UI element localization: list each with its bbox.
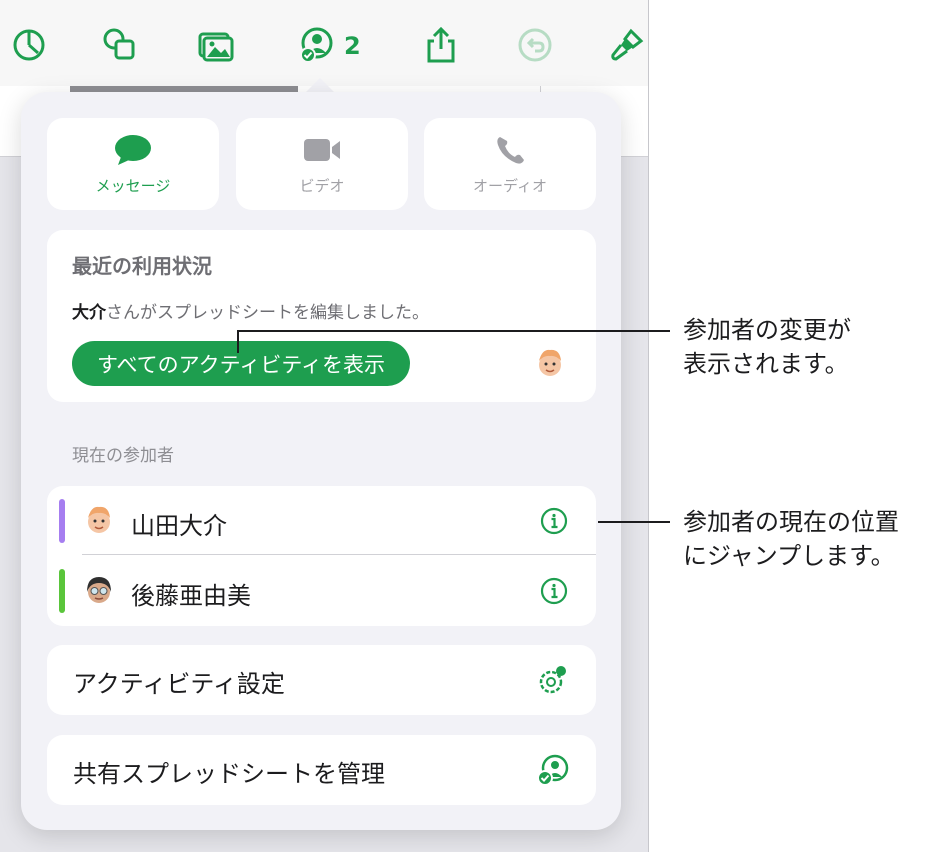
callout-jump: 参加者の現在の位置 にジャンプします。: [683, 508, 899, 570]
participant-name: 後藤亜由美: [131, 582, 251, 610]
manage-shared-icon: [537, 754, 569, 786]
activity-user: 大介: [72, 303, 106, 323]
callout-line-jump: [598, 521, 670, 523]
participant-row[interactable]: 後藤亜由美: [47, 556, 596, 626]
video-button[interactable]: ビデオ: [236, 118, 408, 210]
memoji-avatar-icon: [88, 506, 110, 533]
activity-settings-label: アクティビティ設定: [73, 670, 285, 698]
activity-settings-row[interactable]: アクティビティ設定: [47, 645, 596, 715]
manage-shared-row[interactable]: 共有スプレッドシートを管理: [47, 735, 596, 805]
undo-icon[interactable]: [512, 22, 558, 68]
video-label: ビデオ: [299, 176, 345, 195]
recent-activity-title: 最近の利用状況: [72, 254, 212, 278]
memoji-avatar-icon: [87, 577, 111, 603]
app-screen: 2 メッセージ ビデオ オーディオ 最近の利用状況 大介さんがスプレッドシートを…: [0, 0, 649, 852]
participant-color-bar: [59, 499, 65, 543]
shapes-icon[interactable]: [97, 22, 143, 68]
collaboration-icon[interactable]: [294, 22, 340, 68]
participant-color-bar: [59, 569, 65, 613]
share-icon[interactable]: [418, 22, 464, 68]
manage-shared-label: 共有スプレッドシートを管理: [73, 760, 385, 788]
callout-line-changes: [237, 330, 670, 332]
toolbar: 2: [0, 0, 648, 87]
show-all-activity-button[interactable]: すべてのアクティビティを表示: [72, 341, 410, 386]
participant-divider: [82, 554, 596, 555]
video-icon: [304, 138, 340, 161]
phone-icon: [497, 136, 524, 164]
activity-description: さんがスプレッドシートを編集しました。: [106, 303, 429, 323]
callout-changes: 参加者の変更が 表示されます。: [683, 316, 851, 378]
callout-line-changes: [237, 331, 239, 353]
info-icon[interactable]: [539, 576, 569, 606]
recent-activity-text: 大介さんがスプレッドシートを編集しました。: [72, 298, 429, 323]
activity-settings-icon: [539, 666, 566, 694]
audio-label: オーディオ: [473, 176, 547, 195]
message-button[interactable]: メッセージ: [47, 118, 219, 210]
clock-icon[interactable]: [6, 22, 52, 68]
info-icon[interactable]: [539, 506, 569, 536]
participant-row[interactable]: 山田大介: [47, 486, 596, 556]
participant-name: 山田大介: [131, 512, 227, 540]
popover-arrow: [306, 78, 334, 92]
participants-title: 現在の参加者: [72, 446, 174, 466]
message-icon: [115, 134, 151, 165]
memoji-avatar-icon: [539, 349, 561, 376]
message-label: メッセージ: [95, 176, 171, 195]
format-brush-icon[interactable]: [604, 22, 648, 68]
media-icon[interactable]: [192, 22, 238, 68]
collaborators-count: 2: [344, 32, 361, 60]
audio-button[interactable]: オーディオ: [424, 118, 596, 210]
